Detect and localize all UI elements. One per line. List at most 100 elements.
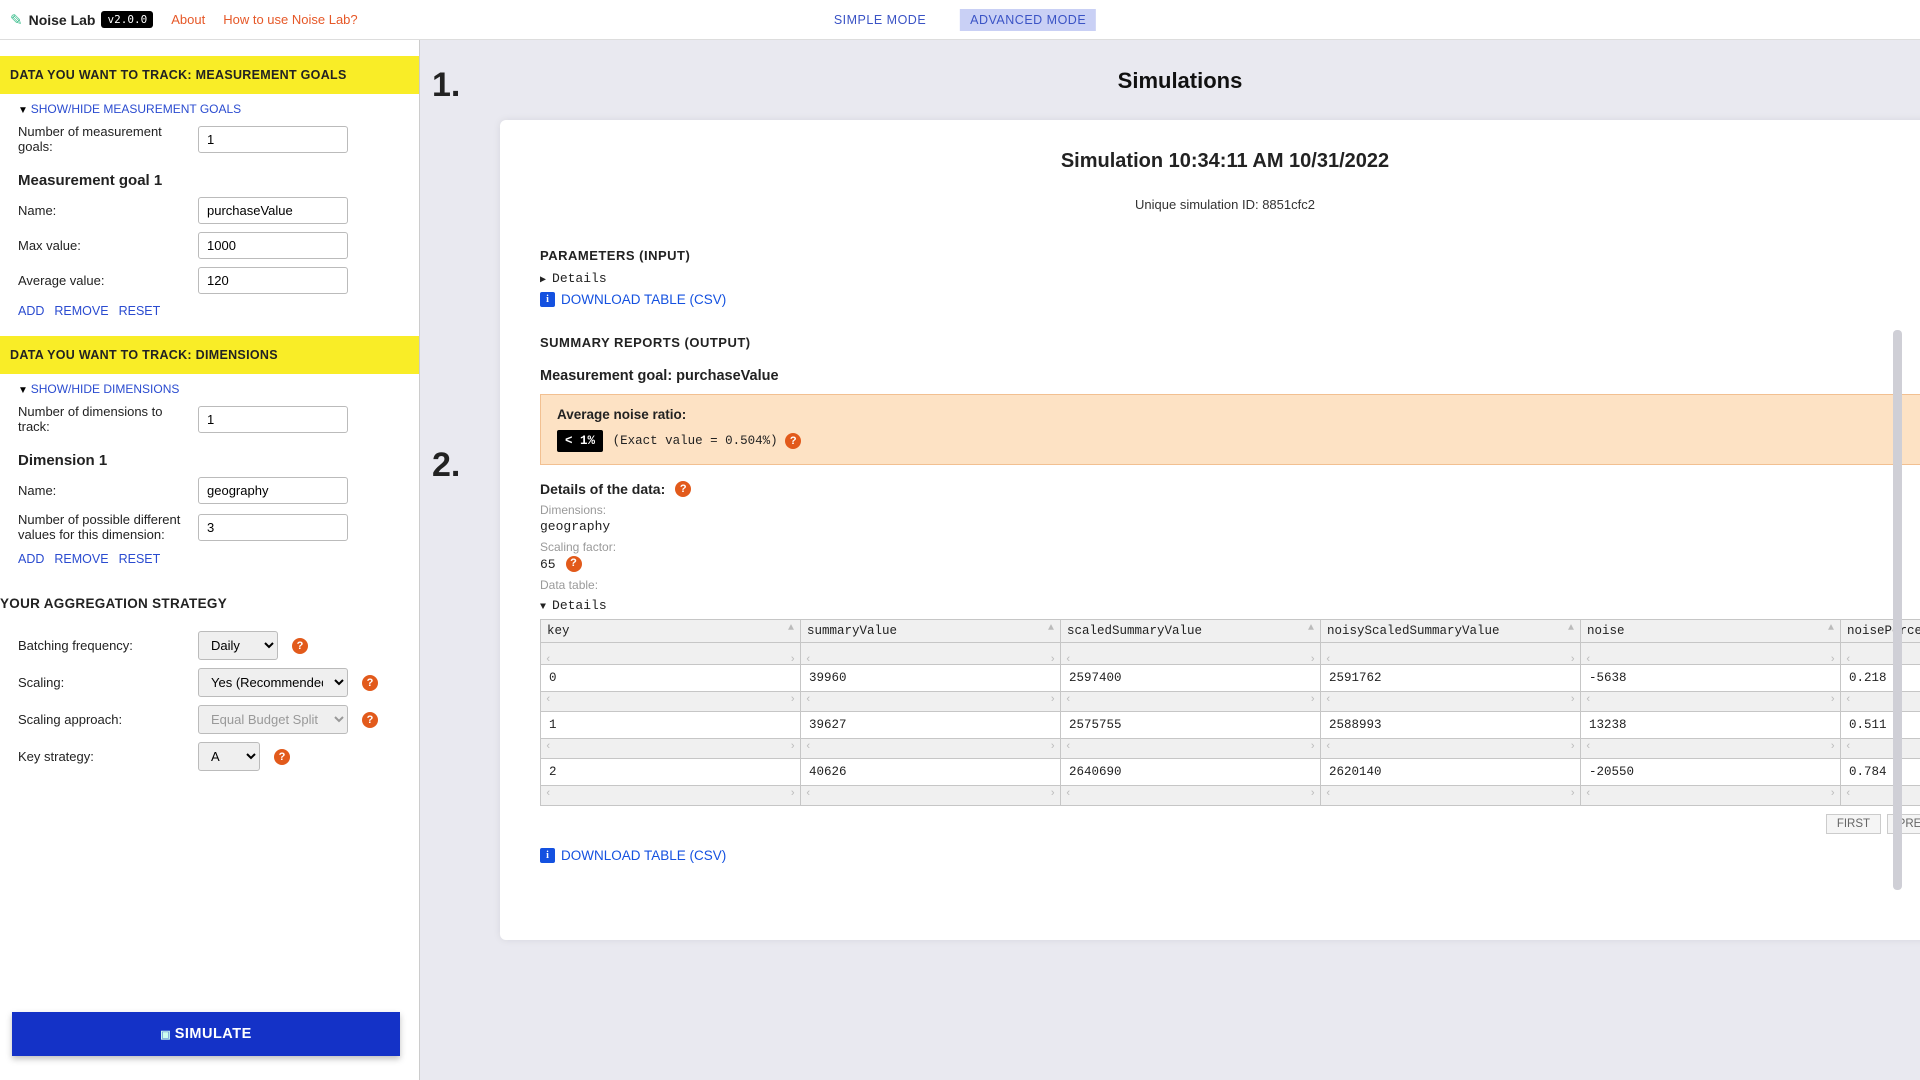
advanced-mode[interactable]: ADVANCED MODE	[960, 9, 1096, 31]
cell-noisePercentage: 0.511	[1841, 712, 1920, 739]
sort-icon: ▲	[1048, 623, 1054, 634]
params-label: PARAMETERS (INPUT)	[540, 248, 1910, 263]
download-info-icon: i	[540, 292, 555, 307]
sort-icon: ▲	[1828, 623, 1834, 634]
num-goals-label: Number of measurement goals:	[18, 124, 188, 154]
th-noisepct[interactable]: noisePercentag	[1841, 620, 1920, 643]
datatable-details-toggle[interactable]: Details	[540, 598, 1910, 613]
section-aggregation: YOUR AGGREGATION STRATEGY	[0, 584, 419, 623]
mg1-title: Measurement goal 1	[18, 172, 401, 189]
sf-value: 65 ?	[540, 556, 1910, 572]
table-row: 13962725757552588993132380.511	[541, 712, 1920, 739]
num-dims-input[interactable]	[198, 406, 348, 433]
mode-switch: SIMPLE MODE ADVANCED MODE	[824, 9, 1096, 31]
simulation-card: Simulation 10:34:11 AM 10/31/2022 Unique…	[500, 120, 1920, 940]
goal-actions: ADD REMOVE RESET	[18, 304, 401, 318]
pager-prev[interactable]: PREV	[1887, 814, 1920, 834]
pencil-icon: ✎	[10, 11, 23, 29]
dim-actions: ADD REMOVE RESET	[18, 552, 401, 566]
help-icon[interactable]: ?	[566, 556, 582, 572]
noise-ratio-band: Average noise ratio: < 1% (Exact value =…	[540, 394, 1920, 465]
toggle-measurement-goals[interactable]: SHOW/HIDE MEASUREMENT GOALS	[18, 102, 401, 116]
params-details-toggle[interactable]: Details	[540, 271, 1910, 286]
add-goal[interactable]: ADD	[18, 304, 44, 318]
dt-label: Data table:	[540, 578, 1910, 592]
scaling-label: Scaling:	[18, 675, 188, 690]
help-icon[interactable]: ?	[274, 749, 290, 765]
cell-noise: -5638	[1581, 665, 1841, 692]
cell-noise: 13238	[1581, 712, 1841, 739]
th-noise[interactable]: noise▲	[1581, 620, 1841, 643]
key-select[interactable]: A	[198, 742, 260, 771]
sidebar: DATA YOU WANT TO TRACK: MEASUREMENT GOAL…	[0, 40, 420, 1080]
help-icon[interactable]: ?	[362, 675, 378, 691]
approach-label: Scaling approach:	[18, 712, 188, 727]
cell-scaledSummaryValue: 2640690	[1061, 759, 1321, 786]
section-measurement-goals: DATA YOU WANT TO TRACK: MEASUREMENT GOAL…	[0, 56, 419, 94]
approach-select[interactable]: Equal Budget Split	[198, 705, 348, 734]
dim1-count-input[interactable]	[198, 514, 348, 541]
noise-ratio-chip: < 1%	[557, 430, 603, 452]
simple-mode[interactable]: SIMPLE MODE	[824, 9, 936, 31]
batch-label: Batching frequency:	[18, 638, 188, 653]
brand-name: Noise Lab	[29, 12, 96, 28]
toggle-dimensions[interactable]: SHOW/HIDE DIMENSIONS	[18, 382, 401, 396]
version-badge: v2.0.0	[101, 11, 153, 28]
dims-value: geography	[540, 519, 1910, 534]
details-data-label: Details of the data: ?	[540, 481, 1910, 497]
download-info-icon: i	[540, 848, 555, 863]
remove-dim[interactable]: REMOVE	[54, 552, 108, 566]
about-link[interactable]: About	[171, 12, 205, 27]
batch-select[interactable]: Daily	[198, 631, 278, 660]
sim-title: Simulation 10:34:11 AM 10/31/2022	[540, 150, 1910, 173]
table-row: 24062626406902620140-205500.784	[541, 759, 1920, 786]
cell-noisyScaledSummaryValue: 2620140	[1321, 759, 1581, 786]
table-spacer	[541, 739, 1920, 759]
pager-first[interactable]: FIRST	[1826, 814, 1881, 834]
help-icon[interactable]: ?	[675, 481, 691, 497]
help-icon[interactable]: ?	[362, 712, 378, 728]
sort-icon: ▲	[1308, 623, 1314, 634]
cell-noisePercentage: 0.784	[1841, 759, 1920, 786]
dims-label: Dimensions:	[540, 503, 1910, 517]
th-key[interactable]: key▲	[541, 620, 801, 643]
dim1-count-label: Number of possible different values for …	[18, 512, 188, 542]
download-data[interactable]: i DOWNLOAD TABLE (CSV)	[540, 848, 1910, 863]
help-icon[interactable]: ?	[292, 638, 308, 654]
cell-noisyScaledSummaryValue: 2591762	[1321, 665, 1581, 692]
data-table: key▲ summaryValue▲ scaledSummaryValue▲ n…	[540, 619, 1920, 806]
cell-key: 1	[541, 712, 801, 739]
scrollbar[interactable]	[1893, 330, 1902, 890]
table-footer-spacer	[541, 786, 1920, 806]
key-label: Key strategy:	[18, 749, 188, 764]
download-params[interactable]: i DOWNLOAD TABLE (CSV)	[540, 292, 1910, 307]
topbar: ✎ Noise Lab v2.0.0 About How to use Nois…	[0, 0, 1920, 40]
add-dim[interactable]: ADD	[18, 552, 44, 566]
cell-summaryValue: 39960	[801, 665, 1061, 692]
help-icon[interactable]: ?	[785, 433, 801, 449]
reset-dim[interactable]: RESET	[119, 552, 161, 566]
sort-icon: ▲	[788, 623, 794, 634]
remove-goal[interactable]: REMOVE	[54, 304, 108, 318]
summary-label: SUMMARY REPORTS (OUTPUT)	[540, 335, 1910, 350]
mg1-avg-input[interactable]	[198, 267, 348, 294]
th-scaled[interactable]: scaledSummaryValue▲	[1061, 620, 1321, 643]
section-dimensions: DATA YOU WANT TO TRACK: DIMENSIONS	[0, 336, 419, 374]
dim1-name-input[interactable]	[198, 477, 348, 504]
th-summary[interactable]: summaryValue▲	[801, 620, 1061, 643]
num-goals-input[interactable]	[198, 126, 348, 153]
howto-link[interactable]: How to use Noise Lab?	[223, 12, 357, 27]
num-dims-label: Number of dimensions to track:	[18, 404, 188, 434]
reset-goal[interactable]: RESET	[119, 304, 161, 318]
cell-scaledSummaryValue: 2597400	[1061, 665, 1321, 692]
scaling-select[interactable]: Yes (Recommended)	[198, 668, 348, 697]
th-noisy[interactable]: noisyScaledSummaryValue▲	[1321, 620, 1581, 643]
mg1-name-input[interactable]	[198, 197, 348, 224]
simulate-button[interactable]: SIMULATE	[12, 1012, 400, 1056]
main: Simulations Simulation 10:34:11 AM 10/31…	[440, 40, 1920, 1080]
mg1-avg-label: Average value:	[18, 273, 188, 288]
page-title: Simulations	[440, 68, 1920, 94]
mg-heading: Measurement goal: purchaseValue	[540, 368, 1910, 384]
mg1-max-input[interactable]	[198, 232, 348, 259]
cell-key: 0	[541, 665, 801, 692]
